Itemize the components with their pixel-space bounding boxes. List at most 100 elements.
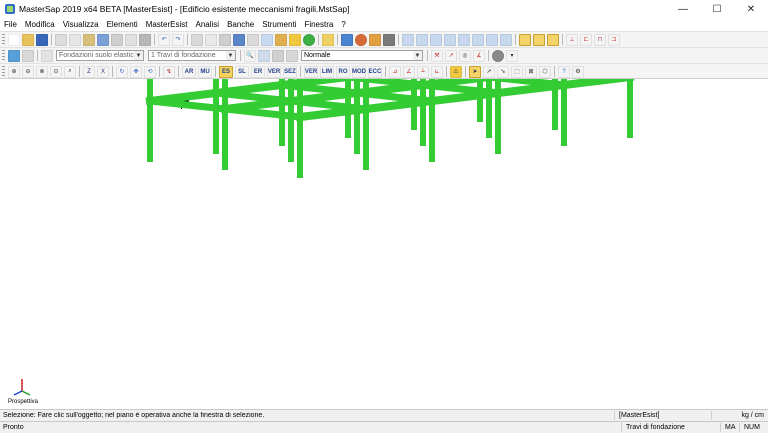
menu-visualizza[interactable]: Visualizza bbox=[59, 20, 103, 29]
cube-1-icon[interactable] bbox=[402, 33, 414, 46]
menu-finestra[interactable]: Finestra bbox=[300, 20, 337, 29]
undo-icon[interactable]: ↶ bbox=[158, 33, 170, 46]
ver-button[interactable]: VER bbox=[267, 65, 281, 78]
menu-modifica[interactable]: Modifica bbox=[21, 20, 59, 29]
cube-7-icon[interactable] bbox=[486, 33, 498, 46]
select-cross-icon[interactable]: ⊠ bbox=[525, 65, 537, 78]
redo-icon[interactable]: ↷ bbox=[172, 33, 184, 46]
print-view-icon[interactable] bbox=[286, 49, 298, 62]
display-mode-select[interactable]: Normale ▼ bbox=[301, 50, 423, 61]
view-iso-1-icon[interactable] bbox=[519, 33, 531, 46]
view-iso-3-icon[interactable] bbox=[547, 33, 559, 46]
menu-masteresist[interactable]: MasterEsist bbox=[142, 20, 192, 29]
pointer-remove-icon[interactable]: ➘ bbox=[497, 65, 509, 78]
menu-strumenti[interactable]: Strumenti bbox=[258, 20, 300, 29]
graph-2-icon[interactable]: ⊏ bbox=[580, 33, 592, 46]
print-icon[interactable] bbox=[97, 33, 109, 46]
pointer-select-icon[interactable]: ➤ bbox=[469, 65, 481, 78]
cut-icon[interactable] bbox=[55, 33, 67, 46]
chevron-down-icon[interactable]: ▾ bbox=[506, 49, 518, 62]
cube-8-icon[interactable] bbox=[500, 33, 512, 46]
foundation-type-select[interactable]: Fondazioni suolo elastic ▼ bbox=[56, 50, 144, 61]
cube-6-icon[interactable] bbox=[472, 33, 484, 46]
select-all-icon[interactable] bbox=[258, 49, 270, 62]
zoom-realtime-icon[interactable]: ⌕ bbox=[64, 65, 76, 78]
help-question-icon[interactable]: ? bbox=[558, 65, 570, 78]
zoom-search-icon[interactable]: 🔍 bbox=[244, 49, 256, 62]
export-icon[interactable] bbox=[125, 33, 137, 46]
rotate-icon[interactable]: ↻ bbox=[116, 65, 128, 78]
view-3d-icon[interactable] bbox=[247, 33, 259, 46]
structure-model[interactable] bbox=[0, 0, 768, 409]
help-icon[interactable] bbox=[322, 33, 334, 46]
render-icon[interactable] bbox=[261, 33, 273, 46]
mu-button[interactable]: MU bbox=[198, 65, 212, 78]
view-iso-2-icon[interactable] bbox=[533, 33, 545, 46]
ar-button[interactable]: AR bbox=[182, 65, 196, 78]
zoom-extents-icon[interactable]: ⊗ bbox=[36, 65, 48, 78]
ecc-button[interactable]: ECC bbox=[368, 65, 382, 78]
menu-file[interactable]: File bbox=[0, 20, 21, 29]
foundation-icon[interactable] bbox=[41, 49, 53, 62]
warning-triangle-icon[interactable]: ⚠ bbox=[450, 65, 462, 78]
toolbar-grip[interactable] bbox=[2, 50, 5, 61]
cube-3-icon[interactable] bbox=[430, 33, 442, 46]
sl-button[interactable]: SL bbox=[235, 65, 249, 78]
angle-icon[interactable]: ∡ bbox=[473, 49, 485, 62]
pointer-add-icon[interactable]: ➚ bbox=[483, 65, 495, 78]
paste-icon[interactable] bbox=[83, 33, 95, 46]
axis-z-icon[interactable]: Z bbox=[83, 65, 95, 78]
mod-button[interactable]: MOD bbox=[352, 65, 366, 78]
view-top-icon[interactable] bbox=[191, 33, 203, 46]
select-poly-icon[interactable]: ⬡ bbox=[539, 65, 551, 78]
graph-4-icon[interactable]: ⊐ bbox=[608, 33, 620, 46]
axis-x-icon[interactable]: X bbox=[97, 65, 109, 78]
zoom-out-icon[interactable]: ⊖ bbox=[22, 65, 34, 78]
cube-2-icon[interactable] bbox=[416, 33, 428, 46]
graph-3-icon[interactable]: ⊓ bbox=[594, 33, 606, 46]
ver-lim-button[interactable]: VER bbox=[304, 65, 318, 78]
settings-icon[interactable]: ⚙ bbox=[572, 65, 584, 78]
camera-icon[interactable] bbox=[272, 49, 284, 62]
building-frame[interactable] bbox=[145, 0, 635, 178]
status-units[interactable]: kg / cm bbox=[711, 411, 768, 420]
dimension-icon[interactable]: ↗ bbox=[445, 49, 457, 62]
new-file-icon[interactable] bbox=[8, 33, 20, 46]
orbit-icon[interactable]: ⟲ bbox=[144, 65, 156, 78]
forces-icon[interactable]: ↯ bbox=[163, 65, 175, 78]
diagram-4-icon[interactable]: ⊾ bbox=[431, 65, 443, 78]
materials-icon[interactable] bbox=[369, 33, 381, 46]
print-preview-icon[interactable] bbox=[111, 33, 123, 46]
diagram-1-icon[interactable]: ⊿ bbox=[389, 65, 401, 78]
measure-icon[interactable]: ⚒ bbox=[431, 49, 443, 62]
report-icon[interactable] bbox=[139, 33, 151, 46]
menu-elementi[interactable]: Elementi bbox=[103, 20, 142, 29]
maximize-button[interactable]: ☐ bbox=[700, 0, 734, 18]
pan-icon[interactable]: ✥ bbox=[130, 65, 142, 78]
lim-button[interactable]: LIM bbox=[320, 65, 334, 78]
zoom-window-icon[interactable] bbox=[233, 33, 245, 46]
layers-icon[interactable] bbox=[8, 49, 20, 62]
sez-button[interactable]: SEZ bbox=[283, 65, 297, 78]
toolbar-grip[interactable] bbox=[2, 34, 5, 45]
copy-icon[interactable] bbox=[69, 33, 81, 46]
close-button[interactable]: ✕ bbox=[734, 0, 768, 18]
toolbar-grip[interactable] bbox=[2, 66, 5, 77]
lock-icon[interactable] bbox=[275, 33, 287, 46]
er-button[interactable]: ER bbox=[251, 65, 265, 78]
diagram-2-icon[interactable]: ∠ bbox=[403, 65, 415, 78]
app-icon[interactable] bbox=[5, 4, 15, 14]
diagram-3-icon[interactable]: ⟂ bbox=[417, 65, 429, 78]
filter-icon[interactable] bbox=[22, 49, 34, 62]
view-side-icon[interactable] bbox=[219, 33, 231, 46]
menu-analisi[interactable]: Analisi bbox=[191, 20, 223, 29]
cube-5-icon[interactable] bbox=[458, 33, 470, 46]
cube-4-icon[interactable] bbox=[444, 33, 456, 46]
warning-icon[interactable] bbox=[289, 33, 301, 46]
zoom-in-icon[interactable]: ⊕ bbox=[8, 65, 20, 78]
zoom-previous-icon[interactable]: ⊙ bbox=[50, 65, 62, 78]
globe-icon[interactable] bbox=[492, 49, 504, 62]
menu-help[interactable]: ? bbox=[337, 20, 349, 29]
graph-1-icon[interactable]: ⊥ bbox=[566, 33, 578, 46]
walls-icon[interactable] bbox=[383, 33, 395, 46]
